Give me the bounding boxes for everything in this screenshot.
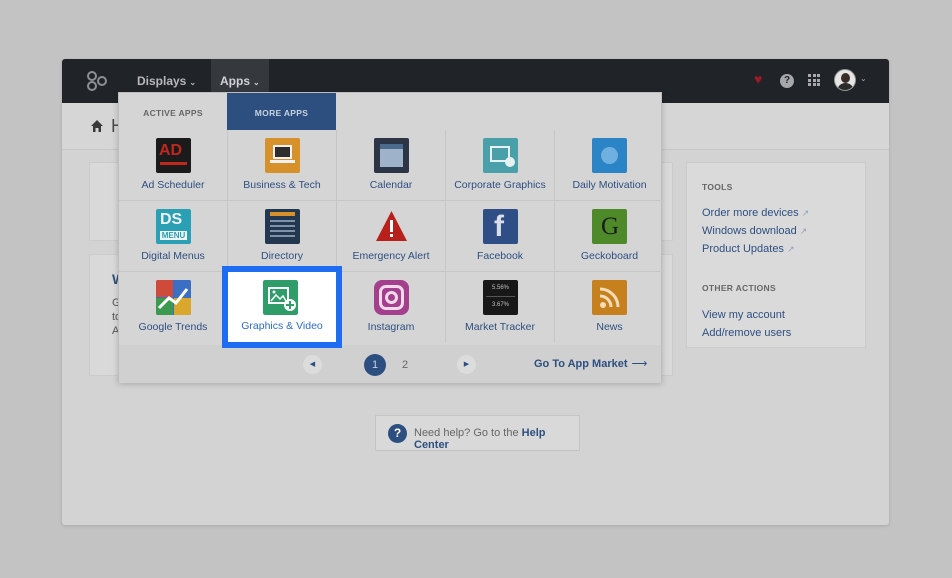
app-grid: AD Ad Scheduler Business & Tech Calendar (119, 130, 664, 344)
google-trends-icon (156, 280, 191, 315)
app-tile-news[interactable]: News (555, 272, 664, 343)
app-tile-google-trends[interactable]: Google Trends (119, 272, 228, 343)
nav-displays-label: Displays (137, 74, 187, 88)
chevron-down-icon: ⌄ (253, 78, 260, 87)
chevron-down-icon[interactable]: ⌄ (860, 74, 867, 90)
heart-icon[interactable]: ♥ (754, 71, 762, 87)
external-link-icon: ↗ (799, 226, 808, 236)
avatar[interactable] (834, 69, 856, 91)
tab-active-apps[interactable]: ACTIVE APPS (119, 93, 227, 130)
home-icon[interactable] (90, 119, 104, 133)
app-label: Daily Motivation (572, 179, 647, 191)
app-tile-ad-scheduler[interactable]: AD Ad Scheduler (119, 130, 228, 201)
other-actions-heading: OTHER ACTIONS (702, 283, 776, 293)
add-remove-users-link[interactable]: Add/remove users (702, 327, 791, 339)
app-label: Geckoboard (580, 250, 639, 262)
app-tile-market-tracker[interactable]: 5.56% 3.67% Market Tracker (446, 272, 555, 343)
external-link-icon: ↗ (801, 208, 810, 218)
product-updates-link[interactable]: Product Updates ↗ (702, 243, 794, 255)
emergency-alert-icon (374, 209, 409, 244)
windows-download-link[interactable]: Windows download ↗ (702, 225, 807, 237)
app-tile-graphics-video[interactable]: Graphics & Video (222, 266, 342, 348)
apps-dropdown-menu: ACTIVE APPS MORE APPS AD Ad Scheduler Bu… (118, 92, 664, 383)
instagram-icon (374, 280, 409, 315)
apps-grid-icon[interactable] (808, 74, 820, 86)
help-center-box: ? Need help? Go to the Help Center (375, 415, 580, 451)
app-tile-directory[interactable]: Directory (228, 201, 337, 272)
app-tile-geckoboard[interactable]: G Geckoboard (555, 201, 664, 272)
market-tracker-icon: 5.56% 3.67% (483, 280, 518, 315)
help-icon[interactable]: ? (780, 74, 794, 88)
app-label: Google Trends (138, 321, 208, 333)
help-icon: ? (388, 424, 407, 443)
app-label: News (596, 321, 623, 333)
app-label: Emergency Alert (352, 250, 430, 262)
app-label: Instagram (367, 321, 415, 333)
digital-menus-icon: DS MENU (156, 209, 191, 244)
app-label: Facebook (476, 250, 524, 262)
previous-page-button[interactable]: ◀ (303, 355, 322, 374)
app-tile-digital-menus[interactable]: DS MENU Digital Menus (119, 201, 228, 272)
tools-heading: TOOLS (702, 182, 733, 192)
app-tile-facebook[interactable]: f Facebook (446, 201, 555, 272)
apps-menu-tabs: ACTIVE APPS MORE APPS (119, 93, 661, 130)
next-page-button[interactable]: ▶ (457, 355, 476, 374)
app-tile-business-tech[interactable]: Business & Tech (228, 130, 337, 201)
facebook-icon: f (483, 209, 518, 244)
news-rss-icon (592, 280, 627, 315)
go-to-app-market-link[interactable]: Go To App Market ⟶ (534, 357, 647, 370)
app-label: Market Tracker (464, 321, 535, 333)
apps-menu-footer: ◀ 1 2 ▶ Go To App Market ⟶ (119, 345, 661, 383)
arrow-right-icon: ⟶ (631, 358, 648, 370)
calendar-icon (374, 138, 409, 173)
app-label: Directory (260, 250, 303, 262)
order-devices-link[interactable]: Order more devices ↗ (702, 207, 809, 219)
tab-more-apps[interactable]: MORE APPS (227, 93, 336, 130)
view-account-link[interactable]: View my account (702, 309, 785, 321)
app-tile-emergency-alert[interactable]: Emergency Alert (337, 201, 446, 272)
corporate-graphics-icon (483, 138, 518, 173)
logo-icon[interactable] (86, 70, 108, 92)
page-1-button[interactable]: 1 (364, 354, 386, 376)
chevron-down-icon: ⌄ (189, 78, 197, 87)
ad-scheduler-icon: AD (156, 138, 191, 173)
directory-icon (265, 209, 300, 244)
external-link-icon: ↗ (786, 244, 795, 254)
app-tile-daily-motivation[interactable]: Daily Motivation (555, 130, 664, 201)
geckoboard-icon: G (592, 209, 627, 244)
nav-apps-label: Apps (220, 74, 250, 88)
page-2-button[interactable]: 2 (394, 354, 416, 376)
app-label: Graphics & Video (241, 320, 323, 332)
app-tile-instagram[interactable]: Instagram (337, 272, 446, 343)
app-label: Calendar (369, 179, 413, 191)
business-tech-icon (265, 138, 300, 173)
app-tile-corporate-graphics[interactable]: Corporate Graphics (446, 130, 555, 201)
help-text: Need help? Go to the Help Center (414, 427, 546, 451)
app-label: Business & Tech (243, 179, 321, 191)
graphics-video-icon (263, 280, 298, 315)
tools-panel: TOOLS Order more devices ↗ Windows downlo… (686, 162, 866, 348)
daily-motivation-icon (592, 138, 627, 173)
app-label: Digital Menus (141, 250, 205, 262)
app-tile-calendar[interactable]: Calendar (337, 130, 446, 201)
app-label: Ad Scheduler (141, 179, 205, 191)
app-label: Corporate Graphics (454, 179, 546, 191)
